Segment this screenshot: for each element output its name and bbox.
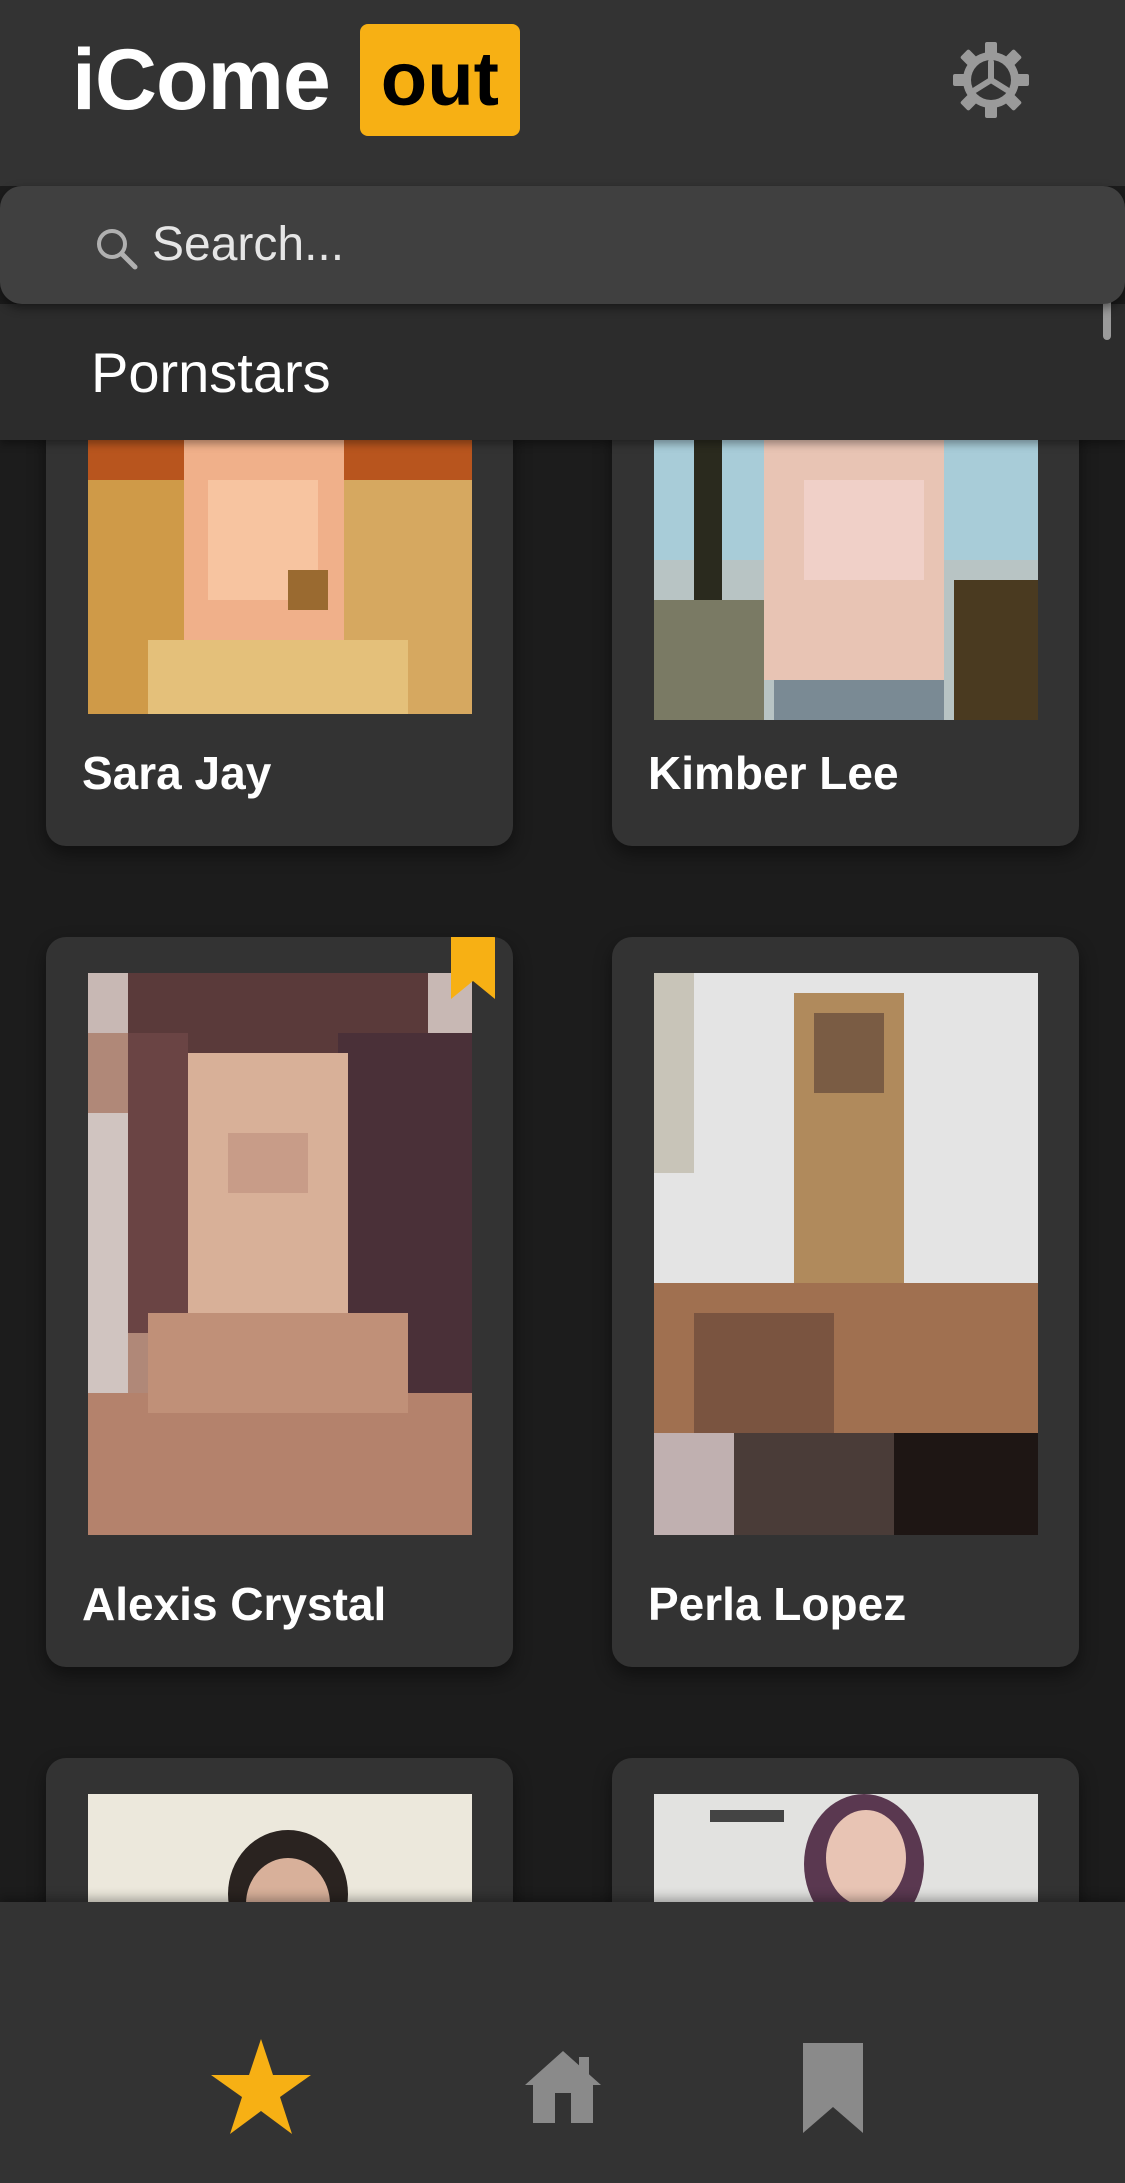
bookmark-icon	[803, 2043, 863, 2133]
performer-name: Sara Jay	[82, 747, 272, 799]
logo-text-left: iCome	[72, 32, 331, 128]
performer-photo	[654, 973, 1038, 1535]
performer-card[interactable]: Perla Lopez	[612, 937, 1079, 1667]
performer-photo	[654, 440, 1038, 720]
performer-card[interactable]: Sara Jay	[46, 380, 513, 846]
performer-name: Kimber Lee	[648, 747, 899, 799]
search-input[interactable]: Search...	[152, 216, 344, 274]
gear-icon	[953, 42, 1029, 118]
performer-photo	[88, 440, 472, 714]
tab-favorites[interactable]	[206, 2032, 316, 2142]
app-logo[interactable]: iCome out	[72, 24, 520, 136]
tab-bookmarks[interactable]	[778, 2032, 888, 2142]
home-icon	[525, 2051, 601, 2123]
search-icon	[97, 229, 138, 270]
performer-card[interactable]: Alexis Crystal	[46, 937, 513, 1667]
tab-home[interactable]	[508, 2032, 618, 2142]
performer-photo	[88, 973, 472, 1535]
search-bar[interactable]: Search...	[0, 186, 1125, 304]
settings-button[interactable]	[951, 40, 1031, 120]
app-header: iCome out	[0, 0, 1125, 186]
performer-name: Alexis Crystal	[82, 1578, 387, 1630]
performer-card[interactable]: Kimber Lee	[612, 380, 1079, 846]
bottom-tab-bar	[0, 1902, 1125, 2183]
logo-text-right: out	[359, 24, 520, 136]
bookmark-flag-icon	[451, 937, 495, 999]
star-icon	[211, 2039, 311, 2134]
section-title: Pornstars	[91, 341, 331, 404]
section-header: Pornstars	[0, 304, 1125, 440]
performer-name: Perla Lopez	[648, 1578, 907, 1630]
